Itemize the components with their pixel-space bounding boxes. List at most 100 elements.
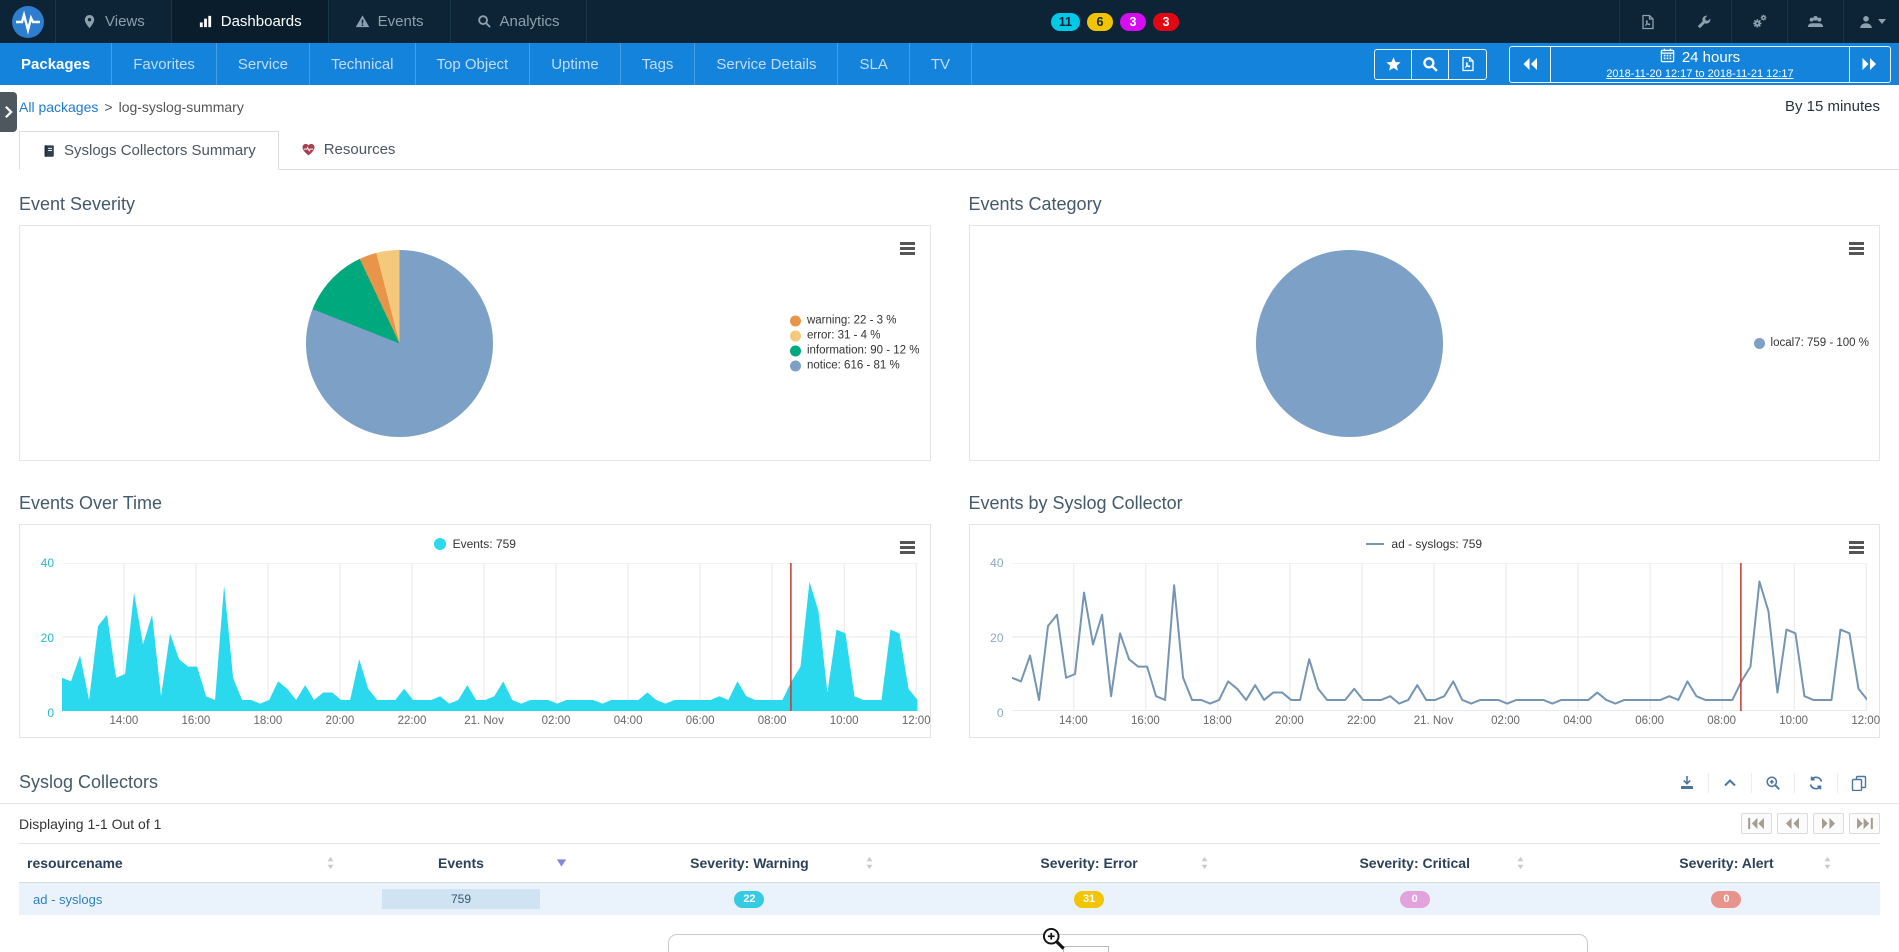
nav-item-dashboards[interactable]: Dashboards [172, 0, 329, 43]
zoom-in-button[interactable] [1751, 773, 1794, 793]
gears-icon [1751, 13, 1768, 30]
page-tab-resources[interactable]: Resources [279, 130, 418, 169]
severity-pill-3[interactable]: 0 [1711, 891, 1741, 908]
alert-badges: 11633 [1051, 13, 1179, 31]
dashboard-tab-sla[interactable]: SLA [838, 43, 909, 85]
status-badge-3[interactable]: 3 [1153, 13, 1179, 31]
page-tab-syslogs-collectors-summary[interactable]: Syslogs Collectors Summary [19, 131, 279, 170]
column-header-resourcename[interactable]: resourcename [19, 844, 345, 883]
status-badge-2[interactable]: 3 [1120, 13, 1146, 31]
chart-context-menu-icon[interactable] [900, 541, 915, 556]
column-header-severity-alert[interactable]: Severity: Alert [1573, 844, 1880, 883]
sort-desc-icon[interactable] [556, 859, 567, 868]
table-header-row: resourcenameEventsSeverity: WarningSever… [19, 844, 1880, 883]
time-range-dates[interactable]: 2018-11-20 12:17 to 2018-11-21 12:17 [1606, 68, 1793, 80]
x-axis-label: 04:00 [1563, 715, 1592, 727]
dashboard-tab-favorites[interactable]: Favorites [112, 43, 217, 85]
pulse-logo-icon [11, 5, 45, 39]
sort-both-icon[interactable] [1516, 856, 1525, 870]
legend-marker [790, 330, 801, 341]
sort-both-icon[interactable] [1200, 856, 1209, 870]
chart-context-menu-icon[interactable] [900, 242, 915, 257]
chart-plot-area[interactable]: 40200 [62, 563, 918, 711]
y-axis-label: 20 [24, 631, 54, 645]
resource-link[interactable]: ad - syslogs [27, 892, 102, 907]
column-header-severity-critical[interactable]: Severity: Critical [1257, 844, 1573, 883]
dashboard-tab-top-object[interactable]: Top Object [416, 43, 531, 85]
events-category-pie[interactable] [1256, 250, 1443, 437]
page-first-button[interactable] [1741, 813, 1772, 834]
time-shift-back-button[interactable] [1510, 47, 1550, 82]
y-axis-label: 40 [974, 556, 1004, 570]
dashboard-tab-packages[interactable]: Packages [0, 43, 112, 85]
dashboard-tab-uptime[interactable]: Uptime [530, 43, 621, 85]
legend-item-error[interactable]: error: 31 - 4 % [790, 330, 920, 342]
refresh-button[interactable] [1794, 773, 1837, 793]
legend-item-notice[interactable]: notice: 616 - 81 % [790, 360, 920, 372]
severity-pill-0[interactable]: 22 [734, 891, 764, 908]
nav-item-views[interactable]: Views [56, 0, 172, 43]
dashboard-tab-service-details[interactable]: Service Details [695, 43, 838, 85]
copy-button[interactable] [1837, 773, 1880, 793]
page-next-button[interactable] [1813, 813, 1844, 834]
user-group-button[interactable] [1787, 0, 1843, 43]
collapse-button[interactable] [1708, 773, 1751, 793]
gears-button[interactable] [1731, 0, 1787, 43]
sidebar-expand-handle[interactable] [0, 92, 17, 132]
sort-both-icon[interactable] [326, 856, 335, 870]
severity-pill-2[interactable]: 0 [1400, 891, 1430, 908]
legend-item-local7[interactable]: local7: 759 - 100 % [1754, 337, 1869, 349]
y-axis-label: 20 [974, 631, 1004, 645]
chart-plot-area[interactable]: 40200 [1012, 563, 1868, 711]
legend-label: information: 90 - 12 % [807, 345, 920, 357]
caret-down-icon [1878, 19, 1886, 24]
status-badge-1[interactable]: 6 [1087, 13, 1113, 31]
collapse-icon [1722, 775, 1738, 791]
page-last-button[interactable] [1849, 813, 1880, 834]
time-shift-forward-button[interactable] [1850, 47, 1890, 82]
sort-both-icon[interactable] [865, 856, 874, 870]
app-logo[interactable] [0, 0, 56, 43]
column-header-severity-error[interactable]: Severity: Error [922, 844, 1257, 883]
dashboard-tab-service[interactable]: Service [217, 43, 310, 85]
search-button[interactable] [1412, 50, 1449, 79]
nav-item-analytics[interactable]: Analytics [451, 0, 587, 43]
x-axis-label: 14:00 [109, 715, 138, 727]
chart-context-menu-icon[interactable] [1849, 541, 1864, 556]
sort-both-icon[interactable] [1823, 856, 1832, 870]
page-tab-label: Resources [324, 141, 396, 158]
time-range-display[interactable]: 24 hours 2018-11-20 12:17 to 2018-11-21 … [1550, 47, 1850, 82]
status-badge-0[interactable]: 11 [1051, 13, 1080, 31]
wrench-button[interactable] [1675, 0, 1731, 43]
dashboard-tab-tags[interactable]: Tags [621, 43, 696, 85]
nav-item-events[interactable]: Events [329, 0, 451, 43]
event-severity-pie[interactable] [306, 250, 493, 437]
legend-marker [790, 315, 801, 326]
chart-context-menu-icon[interactable] [1849, 242, 1864, 257]
page-prev-button[interactable] [1777, 813, 1808, 834]
page-last-icon [1855, 817, 1874, 830]
zoom-in-icon [1765, 775, 1781, 791]
legend-marker [434, 538, 446, 550]
syslog-collectors-header: Syslog Collectors [19, 772, 1880, 793]
pdf-export-button[interactable] [1449, 50, 1486, 79]
pdf-export-button[interactable] [1619, 0, 1675, 43]
legend-item-warning[interactable]: warning: 22 - 3 % [790, 315, 920, 327]
chart-legend[interactable]: ad - syslogs: 759 [970, 525, 1880, 555]
column-header-events[interactable]: Events [345, 844, 578, 883]
star-button[interactable] [1375, 50, 1412, 79]
dashboard-tab-tv[interactable]: TV [910, 43, 972, 85]
severity-pill-1[interactable]: 31 [1074, 891, 1104, 908]
breadcrumb-root-link[interactable]: All packages [19, 99, 98, 115]
x-axis-label: 20:00 [1275, 715, 1304, 727]
chart-title-events-category: Events Category [969, 194, 1881, 215]
nav-item-label: Views [105, 13, 145, 30]
table-row: ad - syslogs759223100 [19, 883, 1880, 916]
chart-legend[interactable]: Events: 759 [20, 525, 930, 555]
legend-item-information[interactable]: information: 90 - 12 % [790, 345, 920, 357]
chevron-right-icon [4, 105, 13, 119]
column-header-severity-warning[interactable]: Severity: Warning [577, 844, 921, 883]
download-button[interactable] [1666, 773, 1708, 793]
dashboard-tab-technical[interactable]: Technical [310, 43, 416, 85]
account-button[interactable] [1843, 0, 1899, 43]
